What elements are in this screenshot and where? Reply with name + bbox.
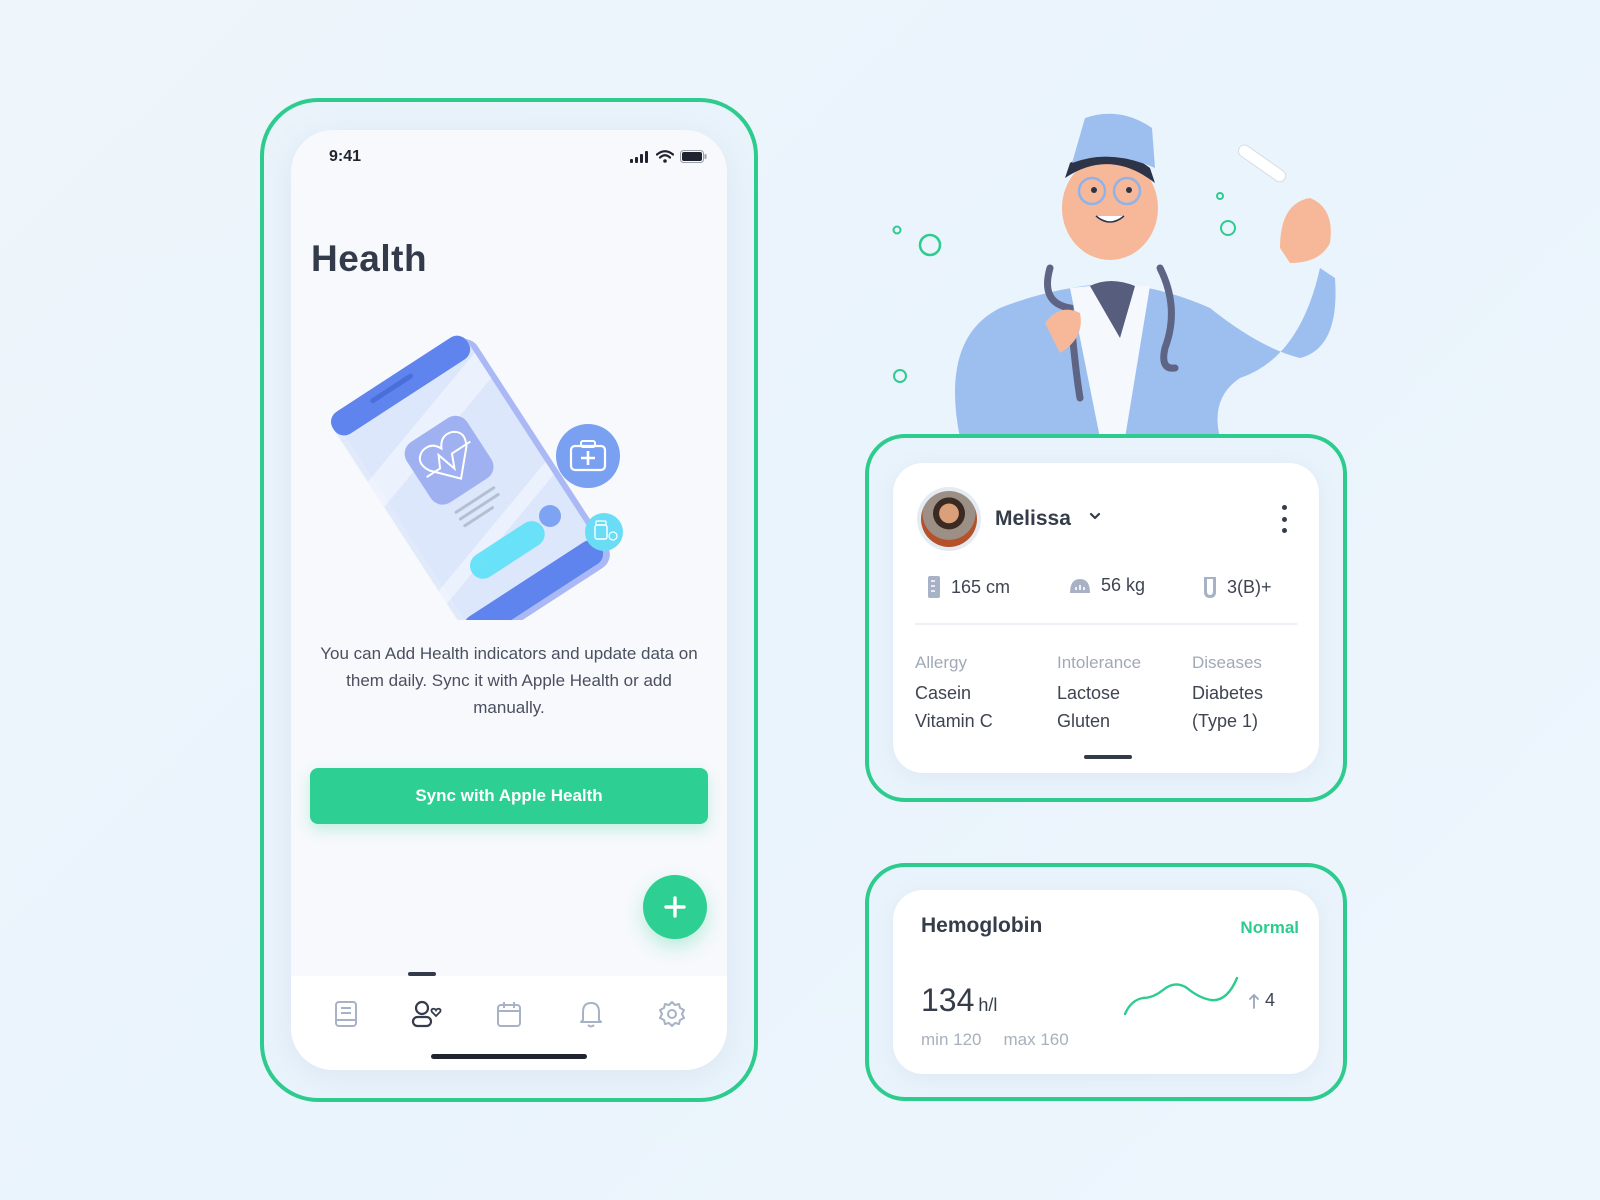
hemoglobin-card[interactable]: Hemoglobin Normal 134 h/l min 120 max 160 … [893,890,1319,1074]
intolerance-heading: Intolerance [1057,653,1142,672]
tab-calendar[interactable] [487,994,531,1034]
status-bar: 9:41 [291,146,727,170]
profile-card: Melissa 165 cm 56 kg 3(B)+ Allergy Casei… [893,463,1319,773]
allergy-section: Allergy Casein Vitamin C [915,649,993,735]
document-icon [334,1001,357,1027]
description-text: You can Add Health indicators and update… [320,644,698,717]
hemoglobin-unit: h/l [978,995,998,1015]
card-drag-handle[interactable] [1084,755,1132,759]
home-indicator [431,1054,587,1059]
intolerance-item: Gluten [1057,711,1111,731]
blood-tube-icon [1204,577,1216,598]
diseases-heading: Diseases [1192,653,1262,672]
signal-icon [630,150,648,163]
allergy-item: Casein [915,683,972,703]
sync-apple-health-button[interactable]: Sync with Apple Health [310,768,708,824]
status-icons [630,150,707,163]
weight-scale-icon [1070,578,1090,593]
blood-type-stat: 3(B)+ [1203,575,1272,599]
doctor-illustration [892,113,1336,438]
tab-settings[interactable] [650,994,694,1034]
height-ruler-icon [928,576,940,598]
height-stat: 165 cm [927,575,1010,599]
first-aid-kit-icon [556,424,620,488]
phone-heart-illustration [331,335,623,620]
bell-icon [579,1002,602,1028]
wifi-icon [656,150,674,163]
delta-value: 4 [1265,990,1276,1010]
page-title: Health [311,238,428,279]
height-value: 165 cm [951,576,1011,597]
min-label: min 120 [921,1030,982,1049]
chevron-down-icon[interactable] [1088,509,1102,523]
tab-profile[interactable] [405,994,449,1034]
body-stats: 165 cm 56 kg 3(B)+ [917,575,1297,603]
calendar-icon [496,1002,521,1027]
arrow-up-icon [1249,993,1259,1009]
allergy-heading: Allergy [915,653,967,672]
pill-bottle-icon [585,513,623,551]
trend-delta: 4 [1249,990,1275,1011]
intolerance-section: Intolerance Lactose Gluten [1057,649,1141,735]
intolerance-item: Lactose [1057,683,1121,703]
max-label: max 160 [1003,1030,1069,1049]
diseases-item: Diabetes [1192,683,1264,703]
gear-icon [659,1001,686,1027]
hemoglobin-title: Hemoglobin [921,914,1043,937]
hemoglobin-number: 134 [921,982,975,1018]
battery-icon [680,150,707,163]
add-indicator-button[interactable] [643,875,707,939]
weight-stat: 56 kg [1069,575,1145,596]
tab-records[interactable] [324,994,368,1034]
allergy-item: Vitamin C [915,711,993,731]
phone-screen: 9:41 Health You can Add Health indicator… [291,130,727,1070]
hemoglobin-value: 134 h/l [921,982,997,1019]
divider [915,623,1297,625]
blood-type-value: 3(B)+ [1227,576,1272,597]
diseases-section: Diseases Diabetes (Type 1) [1192,649,1263,735]
trend-sparkline [1123,976,1239,1016]
tab-notifications[interactable] [569,994,613,1034]
plus-icon [664,896,686,918]
status-time: 9:41 [329,148,362,165]
hemoglobin-range: min 120 max 160 [921,1030,1069,1050]
weight-value: 56 kg [1101,575,1146,595]
more-options-button[interactable] [1279,505,1289,533]
status-badge: Normal [1240,918,1299,937]
avatar[interactable] [917,487,981,551]
user-heart-icon [412,1000,442,1028]
user-name[interactable]: Melissa [995,507,1071,531]
diseases-item: (Type 1) [1192,711,1259,731]
